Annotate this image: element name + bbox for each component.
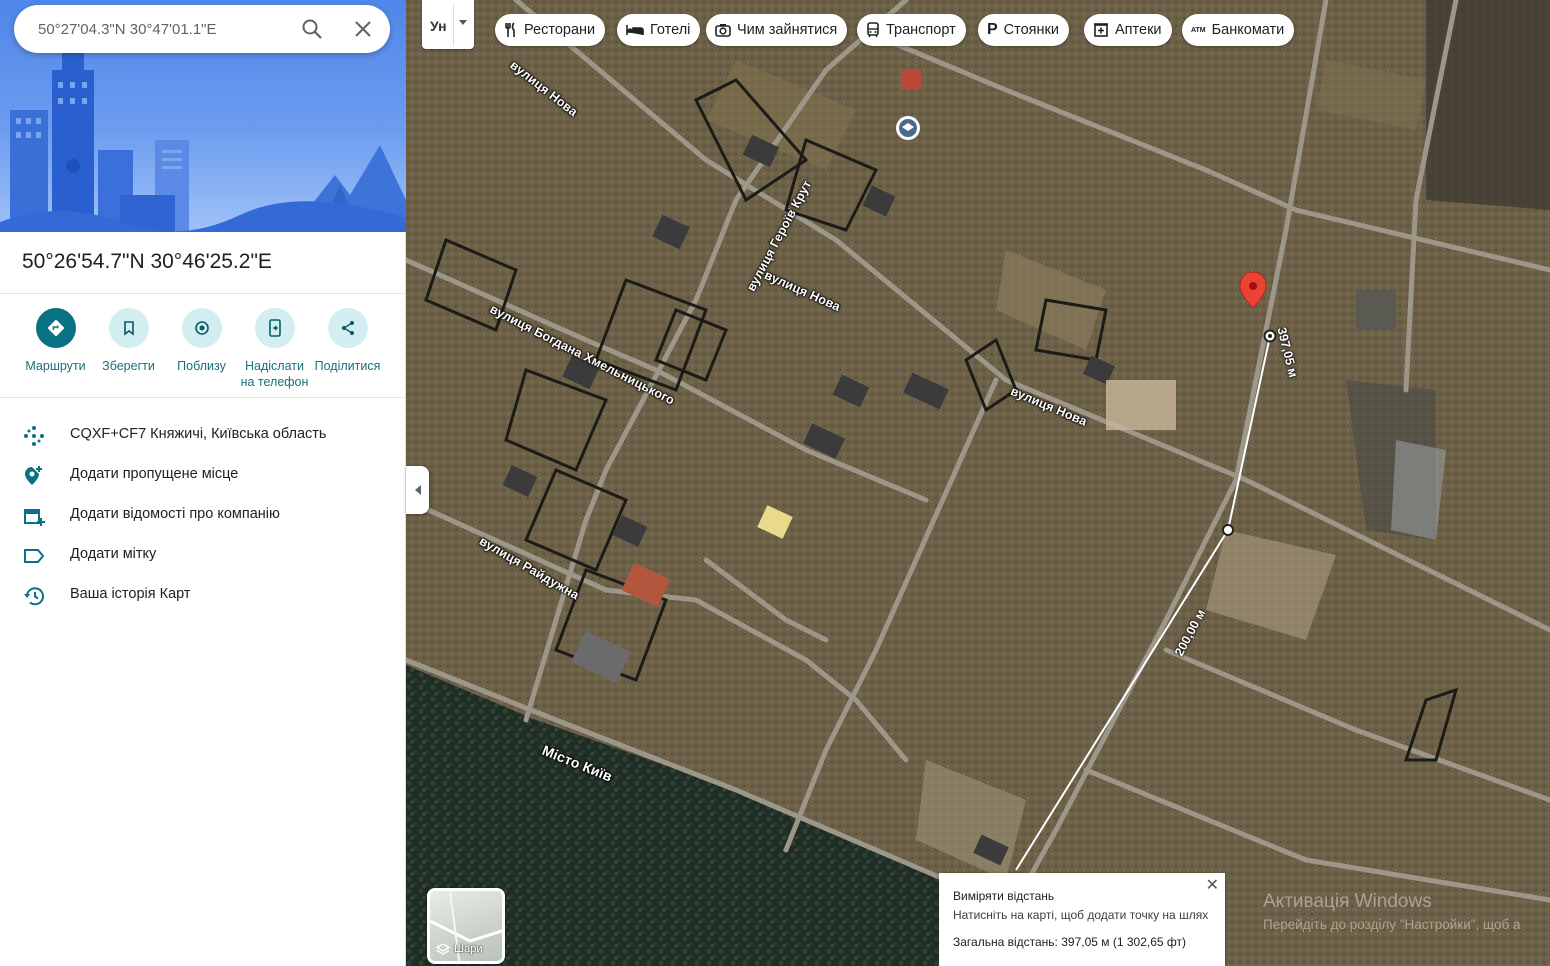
chip-label: Аптеки	[1115, 22, 1162, 38]
save-button[interactable]: Зберегти	[92, 308, 165, 374]
maps-history-row[interactable]: Ваша історія Карт	[0, 575, 406, 615]
chip-label: Ресторани	[524, 22, 596, 38]
add-label-text: Додати мітку	[70, 546, 157, 562]
chip-restaurants[interactable]: Ресторани	[495, 14, 606, 46]
parking-icon: P	[987, 21, 998, 38]
chip-transit[interactable]: Транспорт	[857, 14, 966, 46]
plus-code-icon	[22, 424, 46, 448]
language-label: Ун	[430, 18, 447, 34]
directions-label: Маршрути	[25, 359, 86, 373]
plus-code-row[interactable]: CQXF+CF7 Княжичі, Київська область	[0, 415, 406, 455]
pharmacy-icon	[1094, 23, 1108, 37]
add-business-row[interactable]: Додати відомості про компанію	[0, 495, 406, 535]
nearby-button[interactable]: Поблизу	[165, 308, 238, 374]
history-icon	[22, 584, 46, 608]
chip-hotels[interactable]: Готелі	[617, 14, 701, 46]
chip-things-to-do[interactable]: Чим зайнятися	[706, 14, 848, 46]
plus-code-text: CQXF+CF7 Княжичі, Київська область	[70, 426, 327, 442]
satellite-map[interactable]: вулиця Нова вулиця Героїв Крут вулиця Но…	[406, 0, 1550, 966]
chevron-left-icon	[414, 485, 421, 495]
directions-button[interactable]: Маршрути	[19, 308, 92, 374]
search-icon[interactable]	[300, 17, 324, 41]
add-label-row[interactable]: Додати мітку	[0, 535, 406, 575]
share-icon	[327, 308, 368, 348]
layers-icon	[436, 943, 450, 955]
measure-hint: Натисніть на карті, щоб додати точку на …	[953, 908, 1209, 922]
measure-title: Виміряти відстань	[953, 889, 1055, 903]
add-business-icon	[22, 504, 46, 528]
send-to-phone-button[interactable]: Надіслати на телефон	[238, 308, 311, 390]
place-title: 50°26'54.7"N 30°46'25.2"E	[22, 250, 272, 273]
hotel-icon	[626, 25, 644, 35]
chip-pharmacies[interactable]: Аптеки	[1084, 14, 1172, 46]
divider	[453, 4, 454, 46]
divider	[0, 293, 406, 294]
side-panel: 50°26'54.7"N 30°46'25.2"E Маршрути Збере…	[0, 0, 406, 966]
chip-atms[interactable]: ATM Банкомати	[1182, 14, 1295, 46]
measure-total-distance: Загальна відстань: 397,05 м (1 302,65 фт…	[953, 935, 1186, 949]
nearby-icon	[181, 308, 222, 348]
windows-activation-watermark: Активація Windows	[1263, 891, 1432, 912]
collapse-panel-button[interactable]	[406, 466, 429, 514]
send-to-phone-label: Надіслати на телефон	[240, 359, 309, 389]
measure-point[interactable]	[1222, 524, 1234, 536]
label-icon	[22, 544, 46, 568]
chip-label: Готелі	[650, 22, 691, 38]
chip-label: Банкомати	[1211, 22, 1285, 38]
add-place-icon	[22, 464, 46, 488]
share-label: Поділитися	[314, 359, 381, 373]
nearby-label: Поблизу	[177, 359, 226, 373]
save-label: Зберегти	[102, 359, 155, 373]
chip-label: Стоянки	[1003, 22, 1059, 38]
satellite-imagery	[406, 0, 1550, 966]
layers-label-group: Шари	[436, 943, 482, 955]
search-input[interactable]	[36, 17, 286, 41]
map-label-language-toggle[interactable]: Ун	[422, 0, 474, 49]
close-icon[interactable]	[351, 17, 375, 41]
phone-icon	[254, 308, 295, 348]
measure-distance-card: Виміряти відстань Натисніть на карті, що…	[939, 873, 1225, 966]
share-button[interactable]: Поділитися	[311, 308, 384, 374]
restaurant-icon	[505, 22, 515, 37]
chip-label: Чим зайнятися	[737, 22, 838, 38]
transit-icon	[867, 22, 879, 38]
chevron-down-icon[interactable]	[459, 20, 467, 25]
maps-history-text: Ваша історія Карт	[70, 586, 191, 602]
add-missing-place-text: Додати пропущене місце	[70, 466, 239, 482]
layers-button[interactable]: Шари	[427, 888, 505, 964]
search-box	[14, 5, 390, 53]
camera-icon	[715, 24, 731, 37]
hero-illustration	[0, 0, 406, 232]
close-icon[interactable]: ✕	[1206, 875, 1219, 895]
directions-icon	[35, 308, 76, 348]
atm-icon: ATM	[1191, 26, 1206, 34]
divider	[0, 397, 406, 398]
windows-activation-watermark-subtext: Перейдіть до розділу "Настройки", щоб а	[1263, 917, 1521, 932]
add-business-text: Додати відомості про компанію	[70, 506, 280, 522]
bookmark-icon	[108, 308, 149, 348]
chip-parking[interactable]: P Стоянки	[978, 14, 1069, 46]
chip-label: Транспорт	[886, 22, 956, 38]
add-missing-place-row[interactable]: Додати пропущене місце	[0, 455, 406, 495]
layers-label: Шари	[454, 943, 483, 955]
